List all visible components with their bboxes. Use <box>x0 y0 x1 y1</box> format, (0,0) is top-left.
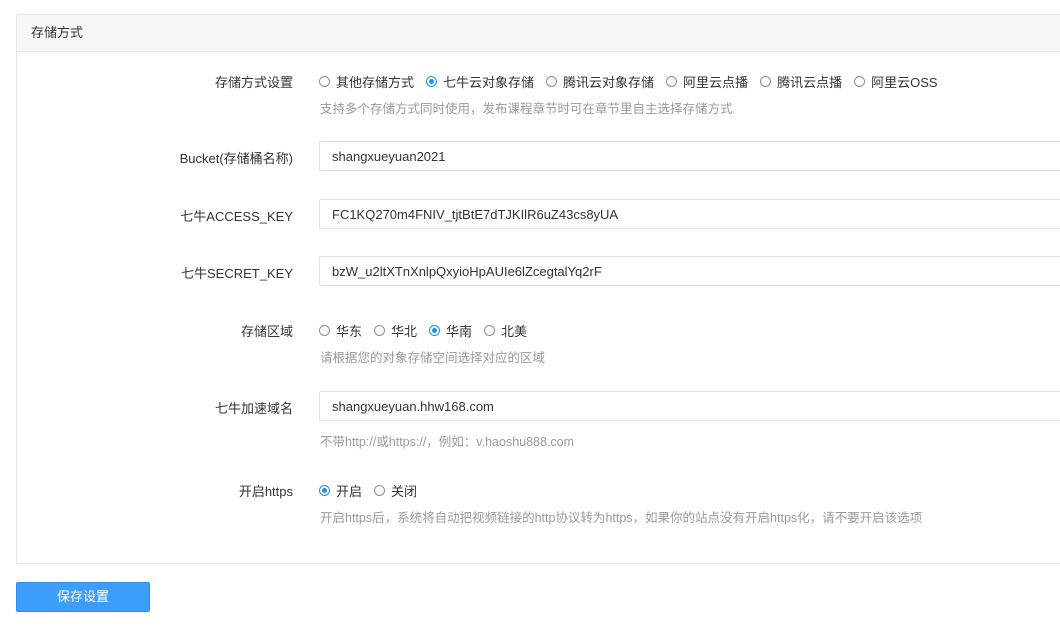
radio-icon <box>854 76 866 87</box>
radio-icon <box>319 325 330 336</box>
radio-icon <box>666 76 678 87</box>
storage-method-radio-group: 其他存储方式 七牛云对象存储 腾讯云对象存储 阿里云点播 腾讯云点播 阿里云OS… <box>319 72 950 91</box>
radio-label: 华北 <box>391 324 418 339</box>
radio-icon <box>546 76 558 87</box>
access-key-label: 七牛ACCESS_KEY <box>180 209 293 224</box>
storage-option-aliyun-vod[interactable]: 阿里云点播 <box>666 72 748 91</box>
bucket-label: Bucket(存储桶名称) <box>179 151 293 166</box>
storage-option-tencent-cos[interactable]: 腾讯云对象存储 <box>546 72 654 91</box>
https-option-off[interactable]: 关闭 <box>374 481 417 500</box>
region-help: 请根据您的对象存储空间选择对应的区域 <box>320 351 546 365</box>
storage-method-label: 存储方式设置 <box>214 75 293 90</box>
radio-label: 腾讯云点播 <box>777 75 843 90</box>
region-option-south[interactable]: 华南 <box>429 321 472 340</box>
radio-label: 阿里云点播 <box>683 75 749 90</box>
radio-label: 北美 <box>501 324 528 339</box>
region-radio-group: 华东 华北 华南 北美 <box>319 321 539 340</box>
radio-icon <box>374 485 386 496</box>
radio-icon <box>319 76 330 87</box>
radio-checked-icon <box>426 76 438 87</box>
radio-icon <box>484 325 496 336</box>
radio-checked-icon <box>319 485 330 496</box>
radio-label: 腾讯云对象存储 <box>563 75 655 90</box>
radio-label: 华南 <box>446 324 473 339</box>
access-key-input[interactable] <box>319 199 1060 229</box>
domain-label: 七牛加速域名 <box>214 401 293 416</box>
radio-icon <box>760 76 772 87</box>
https-label: 开启https <box>238 484 293 499</box>
domain-input[interactable] <box>319 391 1060 421</box>
https-radio-group: 开启 关闭 <box>319 481 429 500</box>
region-label: 存储区域 <box>240 324 293 339</box>
radio-label: 华东 <box>336 324 363 339</box>
region-option-north[interactable]: 华北 <box>374 321 417 340</box>
storage-option-other[interactable]: 其他存储方式 <box>319 72 414 91</box>
radio-icon <box>374 325 386 336</box>
region-option-east[interactable]: 华东 <box>319 321 362 340</box>
radio-label: 关闭 <box>391 484 418 499</box>
save-settings-button[interactable]: 保存设置 <box>16 582 150 612</box>
domain-help: 不带http://或https://，例如：v.haoshu888.com <box>320 435 575 449</box>
radio-label: 阿里云OSS <box>871 75 938 90</box>
storage-option-aliyun-oss[interactable]: 阿里云OSS <box>854 72 938 91</box>
https-help: 开启https后，系统将自动把视频链接的http协议转为https，如果你的站点… <box>320 511 923 525</box>
bucket-input[interactable] <box>319 141 1060 171</box>
storage-option-qiniu[interactable]: 七牛云对象存储 <box>426 72 534 91</box>
storage-method-help: 支持多个存储方式同时使用，发布课程章节时可在章节里自主选择存储方式 <box>320 102 733 116</box>
radio-label: 其他存储方式 <box>336 75 415 90</box>
region-option-north-america[interactable]: 北美 <box>484 321 527 340</box>
secret-key-input[interactable] <box>319 256 1060 286</box>
storage-option-tencent-vod[interactable]: 腾讯云点播 <box>760 72 842 91</box>
radio-checked-icon <box>429 325 441 336</box>
storage-settings-panel: 存储方式 存储方式设置 其他存储方式 七牛云对象存储 腾讯云对象存储 阿里云点播… <box>16 14 1060 564</box>
radio-label: 七牛云对象存储 <box>443 75 535 90</box>
https-option-on[interactable]: 开启 <box>319 481 362 500</box>
panel-title: 存储方式 <box>17 15 1060 52</box>
radio-label: 开启 <box>336 484 363 499</box>
secret-key-label: 七牛SECRET_KEY <box>181 266 293 281</box>
